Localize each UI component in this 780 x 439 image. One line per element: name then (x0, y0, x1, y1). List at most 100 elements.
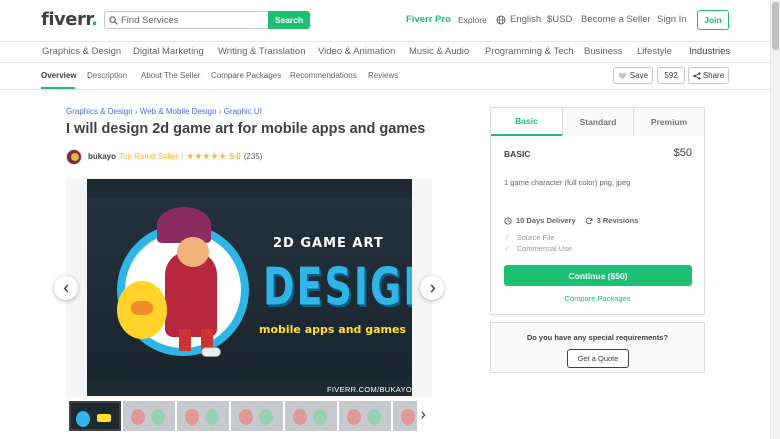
active-tab-indicator (41, 87, 75, 89)
search-icon (109, 15, 118, 25)
category-lifestyle[interactable]: Lifestyle (637, 46, 672, 57)
breadcrumb[interactable]: Graphics & Design › Web & Mobile Design … (66, 107, 262, 116)
category-bar: Graphics & Design Digital Marketing Writ… (0, 42, 770, 63)
fiverr-logo[interactable]: fiverr. (41, 9, 98, 30)
feature-item: ✓ Commercial Use (504, 244, 572, 253)
revisions-label: 3 Revisions (596, 216, 639, 225)
tab-overview[interactable]: Overview (41, 71, 77, 80)
tab-reviews[interactable]: Reviews (368, 71, 398, 80)
gig-gallery: 2D GAME ART DESIGN mobile apps and games… (66, 178, 432, 398)
category-programming-tech[interactable]: Programming & Tech (485, 46, 574, 57)
check-icon: ✓ (504, 244, 511, 253)
search-button[interactable]: Search (268, 11, 310, 29)
duck-beak (131, 301, 153, 315)
nav-sign-in[interactable]: Sign In (657, 14, 687, 25)
tab-compare-packages[interactable]: Compare Packages (211, 71, 281, 80)
package-tabs: Basic Standard Premium (491, 108, 704, 136)
package-tab-premium[interactable]: Premium (634, 108, 704, 136)
category-music-audio[interactable]: Music & Audio (409, 46, 469, 57)
thumbnail[interactable] (177, 401, 229, 431)
feature-label: Commercial Use (516, 244, 573, 253)
image-subtitle: mobile apps and games (259, 323, 406, 336)
nav-become-seller[interactable]: Become a Seller (581, 14, 651, 25)
thumbnail[interactable] (123, 401, 175, 431)
package-description: 1 game character (full color) png, jpeg (504, 178, 631, 187)
seller-separator: | (181, 152, 184, 161)
chevron-right-icon (421, 411, 426, 419)
join-button[interactable]: Join (697, 10, 729, 30)
gallery-prev-button[interactable] (54, 276, 78, 300)
chevron-right-icon (430, 283, 435, 293)
character-shoe (201, 347, 221, 357)
tab-about-seller[interactable]: About The Seller (141, 71, 200, 80)
category-writing-translation[interactable]: Writing & Translation (218, 46, 305, 57)
top-header: fiverr. Search Fiverr Pro Explore Englis… (0, 0, 770, 42)
globe-icon (496, 15, 506, 24)
category-business[interactable]: Business (584, 46, 623, 57)
thumbnails-next-button[interactable] (420, 411, 426, 422)
requirements-question: Do you have any special requirements? (526, 333, 669, 342)
share-button[interactable]: Share (688, 67, 729, 84)
scrollbar-thumb[interactable] (772, 2, 779, 50)
delivery-label: 10 Days Delivery (516, 216, 576, 225)
package-name: BASIC (504, 149, 531, 159)
review-count[interactable]: (235) (244, 152, 263, 161)
seller-avatar[interactable] (66, 148, 82, 165)
image-title-line1: 2D GAME ART (273, 236, 384, 251)
feature-label: Source File (516, 233, 555, 242)
clock-icon (504, 216, 512, 225)
heart-icon (618, 72, 627, 80)
save-button[interactable]: Save (613, 67, 653, 84)
category-video-animation[interactable]: Video & Animation (318, 46, 395, 57)
continue-button[interactable]: Continue ($50) (504, 265, 692, 286)
category-graphics-design[interactable]: Graphics & Design (42, 46, 121, 57)
image-watermark: FIVERR.COM/BUKAYO (327, 385, 412, 394)
character-face (177, 237, 209, 267)
language-label: English (510, 14, 542, 25)
thumbnail[interactable] (231, 401, 283, 431)
special-requirements-box: Do you have any special requirements? Ge… (490, 322, 705, 373)
package-panel: Basic Standard Premium BASIC $50 1 game … (490, 107, 705, 315)
refresh-icon (585, 217, 593, 224)
star-rating-icons: ★★★★★ (186, 151, 227, 161)
gallery-main-image[interactable]: 2D GAME ART DESIGN mobile apps and games… (87, 179, 412, 396)
nav-explore[interactable]: Explore (458, 15, 487, 25)
package-tab-standard[interactable]: Standard (562, 108, 634, 136)
seller-name[interactable]: bukayo (88, 152, 116, 161)
share-icon (693, 71, 701, 80)
gallery-thumbnails (66, 400, 432, 432)
category-industries[interactable]: Industries (689, 46, 730, 57)
tab-recommendations[interactable]: Recommendations (290, 71, 357, 80)
package-tab-basic[interactable]: Basic (491, 108, 562, 136)
gig-title: I will design 2d game art for mobile app… (66, 121, 426, 137)
nav-currency[interactable]: $USD (547, 14, 572, 25)
share-label: Share (702, 71, 725, 80)
rating-score: 5.0 (229, 152, 241, 161)
tab-description[interactable]: Description (87, 71, 127, 80)
page-scrollbar[interactable] (770, 0, 780, 439)
nav-language[interactable]: English (496, 14, 541, 25)
gig-subnav: Overview Description About The Seller Co… (0, 63, 770, 90)
search-field[interactable] (104, 11, 268, 29)
check-icon: ✓ (504, 233, 511, 242)
thumbnail[interactable] (339, 401, 391, 431)
chevron-left-icon (63, 283, 68, 293)
get-quote-button[interactable]: Get a Quote (567, 349, 629, 368)
search-input[interactable] (121, 14, 261, 26)
package-price: $50 (673, 147, 692, 159)
seller-overview: bukayo Top Rated Seller | ★★★★★ 5.0 (235… (66, 148, 262, 165)
gallery-next-button[interactable] (420, 276, 444, 300)
character-hat (157, 207, 211, 243)
thumbnail[interactable] (285, 401, 337, 431)
compare-packages-link[interactable]: Compare Packages (491, 294, 704, 303)
thumbnail[interactable] (69, 401, 121, 431)
thumbnail[interactable] (393, 401, 417, 431)
seller-level-badge: Top Rated Seller (119, 152, 179, 161)
delivery-time: 10 Days Delivery 3 Revisions (504, 216, 638, 225)
feature-item: ✓ Source File (504, 233, 555, 242)
image-title-line2: DESIGN (263, 257, 412, 317)
category-digital-marketing[interactable]: Digital Marketing (133, 46, 204, 57)
save-count: 592 (657, 67, 685, 84)
nav-fiverr-pro[interactable]: Fiverr Pro (406, 14, 451, 25)
save-label: Save (629, 71, 649, 80)
